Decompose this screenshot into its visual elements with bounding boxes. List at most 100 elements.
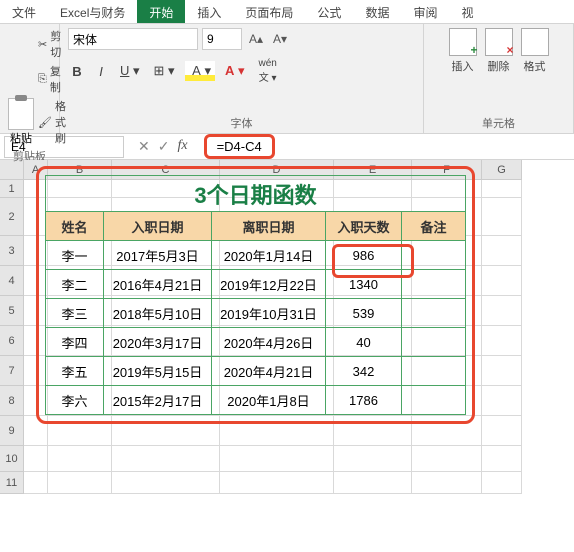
format-button[interactable]: 格式 <box>521 28 549 74</box>
row-header-1[interactable]: 1 <box>0 180 24 198</box>
cell-G8[interactable] <box>482 386 522 416</box>
cell-B10[interactable] <box>48 446 112 472</box>
font-name-select[interactable] <box>68 28 198 50</box>
table-cell[interactable]: 2017年5月3日 <box>104 241 212 270</box>
row-header-5[interactable]: 5 <box>0 296 24 326</box>
cancel-formula-button[interactable]: ✕ <box>138 138 150 155</box>
cell-A10[interactable] <box>24 446 48 472</box>
table-cell[interactable]: 2020年4月21日 <box>212 357 326 386</box>
row-header-7[interactable]: 7 <box>0 356 24 386</box>
table-cell[interactable]: 986 <box>326 241 402 270</box>
table-cell[interactable]: 2016年4月21日 <box>104 270 212 299</box>
cell-D11[interactable] <box>220 472 334 494</box>
font-color-button[interactable]: A ▾ <box>221 61 249 81</box>
accept-formula-button[interactable]: ✓ <box>158 138 170 155</box>
cell-C11[interactable] <box>112 472 220 494</box>
cell-G4[interactable] <box>482 266 522 296</box>
table-cell[interactable]: 李四 <box>46 328 104 357</box>
fill-color-button[interactable]: A ▾ <box>185 61 215 81</box>
cell-G5[interactable] <box>482 296 522 326</box>
table-cell[interactable]: 1786 <box>326 386 402 415</box>
fx-icon[interactable]: fx <box>177 138 187 155</box>
tab-视[interactable]: 视 <box>449 0 485 23</box>
decrease-font-button[interactable]: A▾ <box>270 32 290 46</box>
table-cell[interactable] <box>402 241 466 270</box>
italic-button[interactable]: I <box>92 62 110 81</box>
ribbon-tabs: 文件Excel与财务开始插入页面布局公式数据审阅视 <box>0 0 574 24</box>
row-header-10[interactable]: 10 <box>0 446 24 472</box>
font-group-label: 字体 <box>68 113 415 131</box>
table-cell[interactable]: 2015年2月17日 <box>104 386 212 415</box>
cell-G11[interactable] <box>482 472 522 494</box>
table-cell[interactable] <box>402 299 466 328</box>
delete-icon <box>485 28 513 56</box>
table-cell[interactable]: 2018年5月10日 <box>104 299 212 328</box>
paste-button[interactable]: 粘贴 <box>8 98 34 146</box>
table-cell[interactable] <box>402 270 466 299</box>
delete-button[interactable]: 删除 <box>485 28 513 74</box>
cell-F10[interactable] <box>412 446 482 472</box>
formula-input[interactable]: =D4-C4 <box>204 134 275 159</box>
font-size-select[interactable] <box>202 28 242 50</box>
cell-D10[interactable] <box>220 446 334 472</box>
cell-A11[interactable] <box>24 472 48 494</box>
col-header-G[interactable]: G <box>482 160 522 180</box>
tab-数据[interactable]: 数据 <box>353 0 401 23</box>
table-cell[interactable]: 2020年3月17日 <box>104 328 212 357</box>
table-cell[interactable]: 539 <box>326 299 402 328</box>
phonetic-button[interactable]: wén文 ▾ <box>255 56 281 86</box>
tab-开始[interactable]: 开始 <box>137 0 185 23</box>
bold-button[interactable]: B <box>68 62 86 81</box>
cell-G10[interactable] <box>482 446 522 472</box>
table-cell[interactable]: 李六 <box>46 386 104 415</box>
table-cell[interactable]: 李二 <box>46 270 104 299</box>
tab-Excel与财务[interactable]: Excel与财务 <box>48 0 137 23</box>
table-cell[interactable]: 2020年1月14日 <box>212 241 326 270</box>
table-cell[interactable]: 1340 <box>326 270 402 299</box>
table-cell[interactable]: 李三 <box>46 299 104 328</box>
row-header-8[interactable]: 8 <box>0 386 24 416</box>
row-header-9[interactable]: 9 <box>0 416 24 446</box>
tab-文件[interactable]: 文件 <box>0 0 48 23</box>
cell-G3[interactable] <box>482 236 522 266</box>
row-header-4[interactable]: 4 <box>0 266 24 296</box>
row-header-6[interactable]: 6 <box>0 326 24 356</box>
cell-G2[interactable] <box>482 198 522 236</box>
cell-G7[interactable] <box>482 356 522 386</box>
worksheet: 1234567891011 ABCDEFG 3个日期函数 姓名入职日期离职日期入… <box>0 160 574 494</box>
clipboard-icon <box>8 98 34 130</box>
table-cell[interactable] <box>402 386 466 415</box>
table-cell[interactable] <box>402 357 466 386</box>
table-cell[interactable]: 李五 <box>46 357 104 386</box>
tab-插入[interactable]: 插入 <box>185 0 233 23</box>
table-cell[interactable]: 2019年10月31日 <box>212 299 326 328</box>
cell-G9[interactable] <box>482 416 522 446</box>
table-header: 备注 <box>402 212 466 241</box>
table-cell[interactable]: 2020年4月26日 <box>212 328 326 357</box>
border-button[interactable]: ⊞ ▾ <box>150 61 179 81</box>
tab-页面布局[interactable]: 页面布局 <box>233 0 305 23</box>
table-cell[interactable]: 李一 <box>46 241 104 270</box>
cell-B11[interactable] <box>48 472 112 494</box>
table-cell[interactable]: 2020年1月8日 <box>212 386 326 415</box>
row-header-2[interactable]: 2 <box>0 198 24 236</box>
cell-C10[interactable] <box>112 446 220 472</box>
cell-G1[interactable] <box>482 180 522 198</box>
cell-E11[interactable] <box>334 472 412 494</box>
formula-bar: ✕ ✓ fx =D4-C4 <box>0 134 574 160</box>
insert-button[interactable]: 插入 <box>449 28 477 74</box>
table-cell[interactable] <box>402 328 466 357</box>
cell-F11[interactable] <box>412 472 482 494</box>
row-header-3[interactable]: 3 <box>0 236 24 266</box>
cell-E10[interactable] <box>334 446 412 472</box>
tab-审阅[interactable]: 审阅 <box>401 0 449 23</box>
table-cell[interactable]: 2019年12月22日 <box>212 270 326 299</box>
table-cell[interactable]: 2019年5月15日 <box>104 357 212 386</box>
cell-G6[interactable] <box>482 326 522 356</box>
underline-button[interactable]: U ▾ <box>116 61 144 81</box>
table-cell[interactable]: 342 <box>326 357 402 386</box>
row-header-11[interactable]: 11 <box>0 472 24 494</box>
table-cell[interactable]: 40 <box>326 328 402 357</box>
increase-font-button[interactable]: A▴ <box>246 32 266 46</box>
tab-公式[interactable]: 公式 <box>305 0 353 23</box>
